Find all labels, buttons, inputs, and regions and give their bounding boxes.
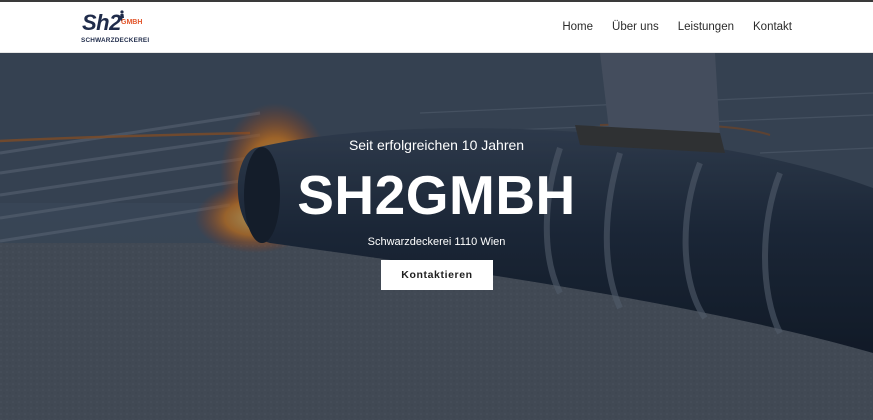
hero-title: SH2GMBH <box>297 164 576 226</box>
hero-subtitle: Schwarzdeckerei 1110 Wien <box>367 236 506 248</box>
nav-about[interactable]: Über uns <box>612 20 659 34</box>
hero-section: Seit erfolgreichen 10 Jahren SH2GMBH Sch… <box>0 53 873 420</box>
nav-services[interactable]: Leistungen <box>678 20 734 34</box>
logo-suffix-text: GMBH <box>121 19 143 26</box>
logo-main-text: Sh2 <box>82 10 121 35</box>
nav-home[interactable]: Home <box>562 20 593 34</box>
company-logo[interactable]: Sh2 GMBH SCHWARZDECKEREI <box>80 10 149 46</box>
main-navigation: Home Über uns Leistungen Kontakt <box>562 20 792 34</box>
hero-content: Seit erfolgreichen 10 Jahren SH2GMBH Sch… <box>0 53 873 420</box>
contact-button[interactable]: Kontaktieren <box>381 260 493 290</box>
logo-sub-text: SCHWARZDECKEREI <box>81 37 150 44</box>
nav-contact[interactable]: Kontakt <box>753 20 792 34</box>
site-header: Sh2 GMBH SCHWARZDECKEREI Home Über uns L… <box>0 2 873 53</box>
hero-tagline: Seit erfolgreichen 10 Jahren <box>348 137 525 153</box>
